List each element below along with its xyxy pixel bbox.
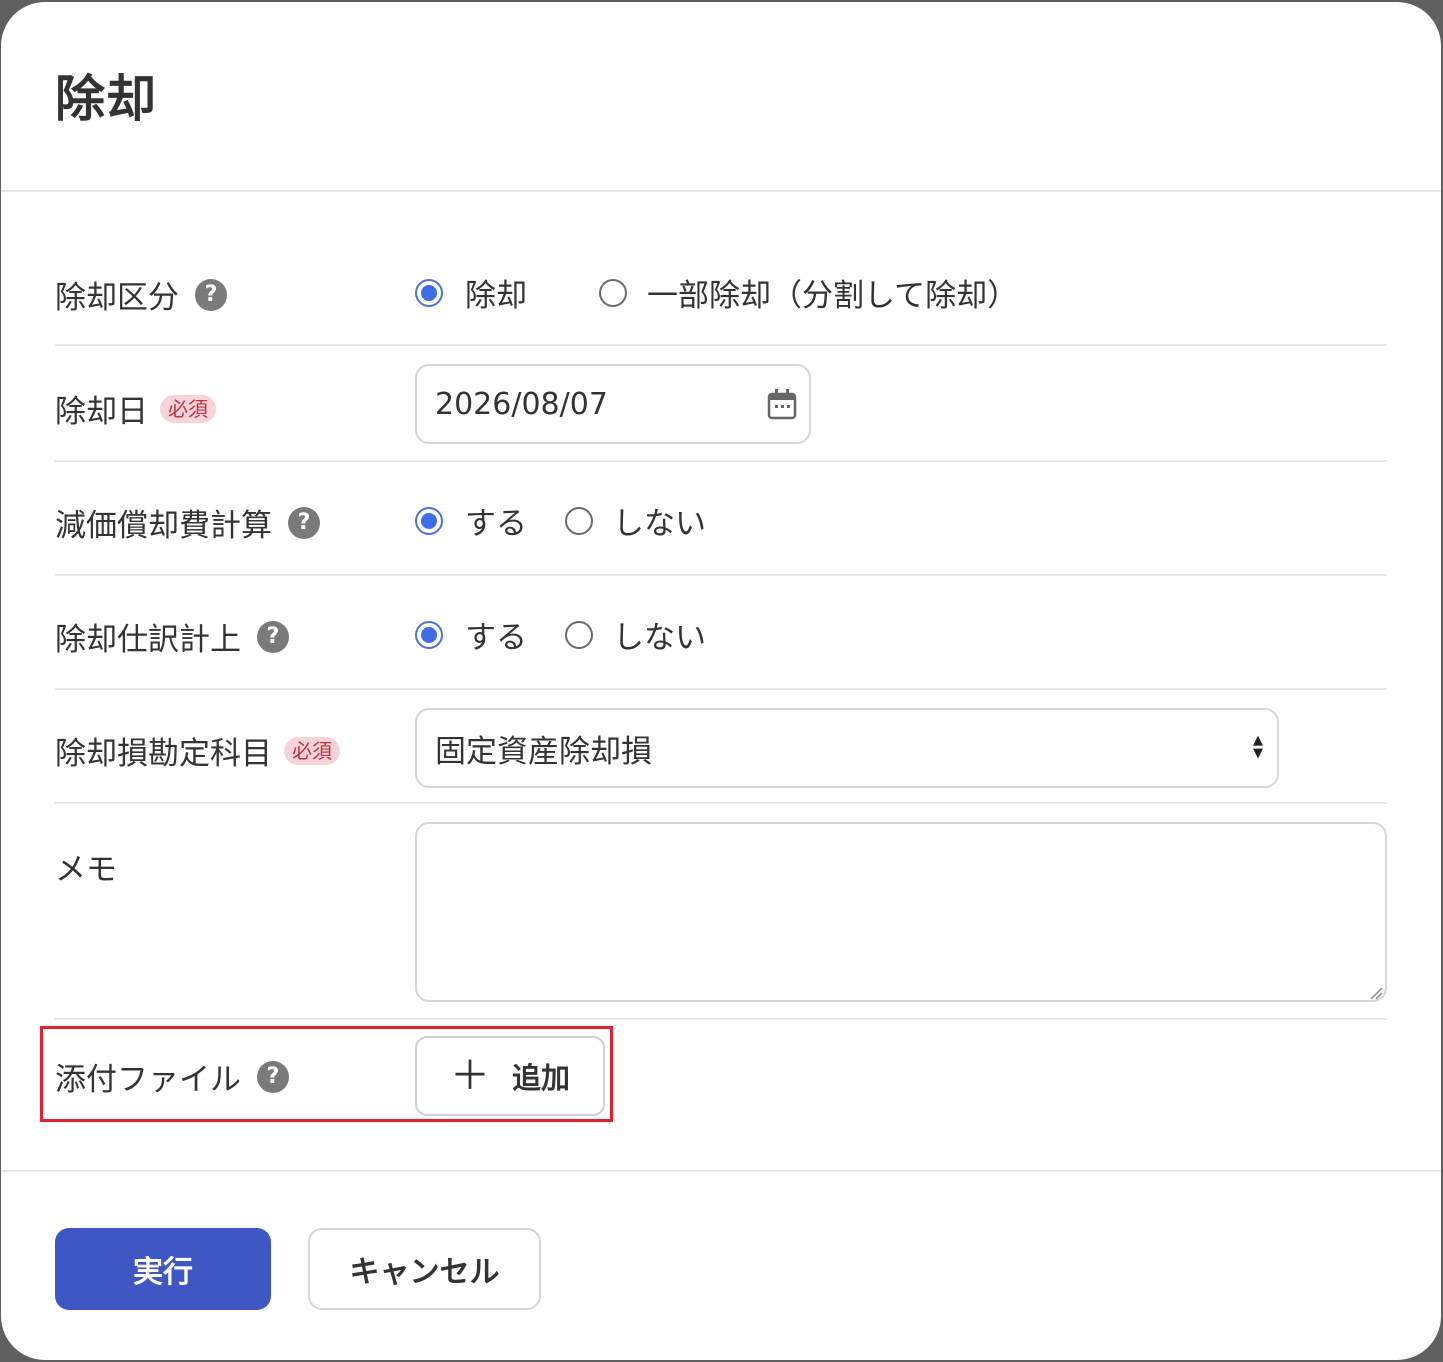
radio-journal-yes[interactable]: する — [415, 612, 527, 657]
row-depreciation-calc: 減価償却費計算 ? する しない — [55, 462, 1387, 576]
memo-textarea[interactable] — [415, 822, 1387, 1002]
row-loss-account: 除却損勘定科目 必須 固定資産除却損 ▲ ▼ — [55, 690, 1387, 804]
depreciation-calc-label: 減価償却費計算 ? — [55, 500, 320, 545]
radio-disposal-partial[interactable]: 一部除却（分割して除却） — [599, 270, 1018, 315]
radio-depreciation-no[interactable]: しない — [565, 498, 706, 543]
help-icon[interactable]: ? — [288, 506, 320, 539]
radio-button-checked[interactable] — [415, 506, 443, 535]
radio-journal-no[interactable]: しない — [565, 612, 706, 657]
disposal-journal-label: 除却仕訳計上 ? — [55, 614, 289, 659]
disposal-date-label: 除却日 必須 — [55, 386, 216, 431]
dialog-header: 除却 — [1, 2, 1441, 192]
required-badge: 必須 — [160, 394, 216, 423]
disposal-date-input[interactable]: 2026/08/07 — [415, 364, 811, 444]
loss-account-label: 除却損勘定科目 必須 — [55, 728, 340, 773]
disposal-dialog: 除却 除却区分 ? 除却 一部除却（分割して除却） 除却日 必須 2026/08… — [1, 2, 1441, 1360]
cancel-button[interactable]: キャンセル — [308, 1228, 541, 1310]
disposal-type-label: 除却区分 ? — [55, 272, 227, 317]
resize-grip-icon[interactable] — [1369, 986, 1383, 1000]
row-attachment: 添付ファイル ? ＋ 追加 — [55, 1020, 1387, 1130]
add-attachment-button[interactable]: ＋ 追加 — [415, 1036, 605, 1116]
radio-button[interactable] — [599, 278, 627, 307]
row-disposal-journal: 除却仕訳計上 ? する しない — [55, 576, 1387, 690]
required-badge: 必須 — [284, 736, 340, 765]
radio-depreciation-yes[interactable]: する — [415, 498, 527, 543]
help-icon[interactable]: ? — [257, 620, 289, 653]
loss-account-select[interactable]: 固定資産除却損 ▲ ▼ — [415, 708, 1279, 788]
help-icon[interactable]: ? — [195, 278, 227, 311]
row-disposal-date: 除却日 必須 2026/08/07 — [55, 346, 1387, 462]
row-disposal-type: 除却区分 ? 除却 一部除却（分割して除却） — [55, 232, 1387, 346]
help-icon[interactable]: ? — [257, 1060, 289, 1093]
radio-button-checked[interactable] — [415, 620, 443, 649]
calendar-icon[interactable] — [767, 388, 797, 420]
dialog-footer: 実行 キャンセル — [1, 1170, 1441, 1360]
radio-button[interactable] — [565, 620, 593, 649]
radio-disposal-full[interactable]: 除却 — [415, 270, 527, 315]
dialog-title: 除却 — [55, 70, 157, 128]
select-arrows-icon: ▲ ▼ — [1253, 733, 1263, 761]
execute-button[interactable]: 実行 — [55, 1228, 271, 1310]
attachment-label: 添付ファイル ? — [55, 1054, 289, 1099]
radio-button-checked[interactable] — [415, 278, 443, 307]
radio-button[interactable] — [565, 506, 593, 535]
row-memo: メモ — [55, 804, 1387, 1020]
plus-icon: ＋ — [449, 1053, 490, 1099]
memo-label: メモ — [55, 852, 117, 888]
